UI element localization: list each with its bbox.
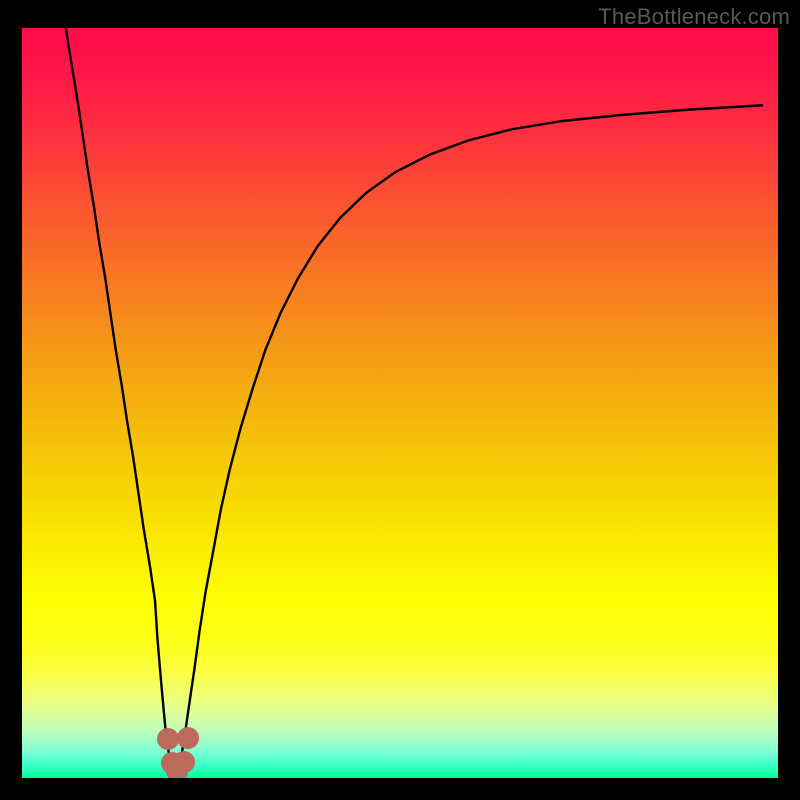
bottleneck-curve bbox=[22, 28, 778, 778]
watermark-text: TheBottleneck.com bbox=[598, 4, 790, 30]
curve-marker bbox=[173, 751, 195, 773]
curve-marker bbox=[157, 728, 179, 750]
chart-frame: TheBottleneck.com bbox=[0, 0, 800, 800]
plot-area bbox=[22, 28, 778, 778]
